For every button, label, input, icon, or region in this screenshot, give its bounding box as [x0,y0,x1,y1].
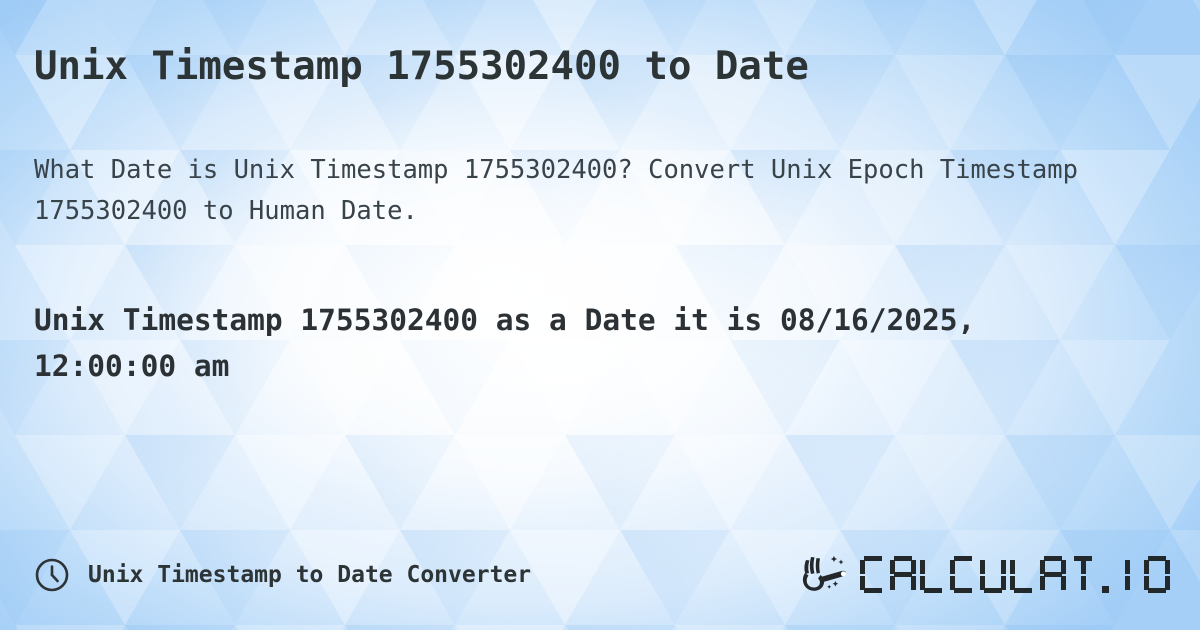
brand-letter-i [1114,556,1140,594]
brand-letter-period [1100,556,1110,594]
card-content: Unix Timestamp 1755302400 to Date What D… [0,0,1200,630]
og-card: Unix Timestamp 1755302400 to Date What D… [0,0,1200,630]
brand-letter-c2 [950,556,976,594]
brand-letter-c1 [860,556,886,594]
brand-wordmark [860,556,1170,594]
clock-icon [34,557,70,593]
brand-letter-o [1144,556,1170,594]
brand-letter-l2 [1010,556,1036,594]
footer-brand-left: Unix Timestamp to Date Converter [34,557,531,593]
page-description: What Date is Unix Timestamp 1755302400? … [34,155,1078,227]
brand-letter-l1 [920,556,946,594]
brand-logo[interactable] [798,554,1170,596]
brand-letter-a1 [890,556,916,594]
footer-label: Unix Timestamp to Date Converter [88,562,532,588]
brand-letter-t [1070,556,1096,594]
magic-wand-hand-icon [798,554,854,596]
conversion-result: Unix Timestamp 1755302400 as a Date it i… [34,302,976,383]
page-title: Unix Timestamp 1755302400 to Date [34,44,809,89]
footer: Unix Timestamp to Date Converter [34,548,1170,602]
brand-letter-a2 [1040,556,1066,594]
brand-letter-u [980,556,1006,594]
